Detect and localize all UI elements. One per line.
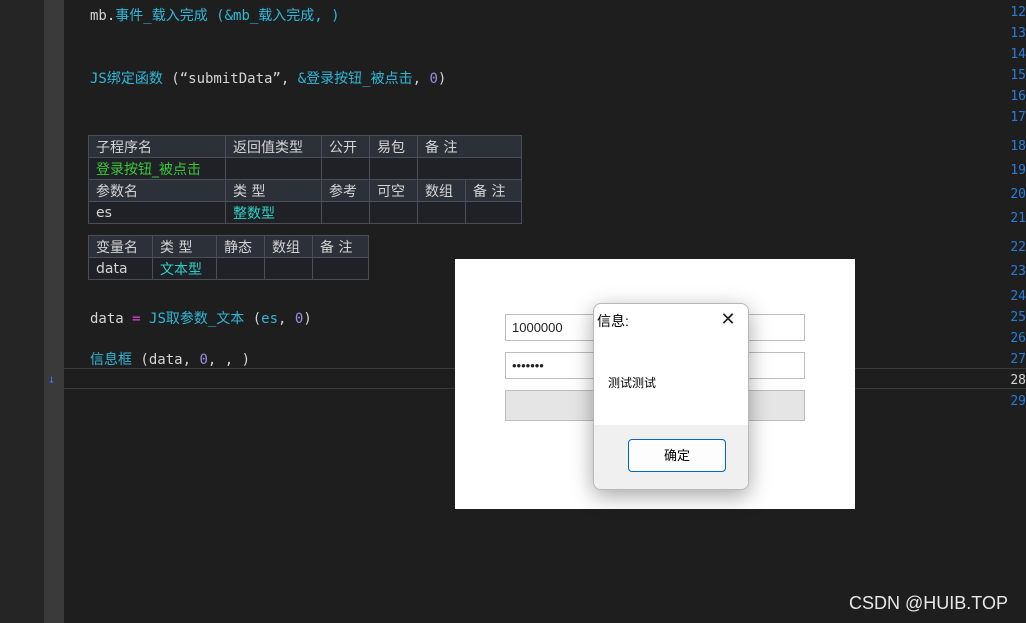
code-args: (“submitData”, — [162, 71, 298, 87]
function-call: 信息框 — [90, 352, 132, 368]
line-number-gutter — [0, 0, 44, 623]
line-number: 24 — [1010, 289, 1026, 304]
column-header: 备 注 — [312, 235, 369, 258]
column-header: 公开 — [321, 135, 370, 158]
variable-ref: data — [90, 311, 124, 327]
table-row[interactable]: 登录按钮_被点击 — [88, 157, 522, 180]
param-name[interactable]: es — [88, 201, 226, 224]
code-line-12[interactable]: mb.事件_载入完成 (&mb_载入完成, ) — [90, 5, 340, 25]
table-cell[interactable] — [369, 201, 418, 224]
line-number: 17 — [1010, 110, 1026, 125]
dialog-message: 测试测试 — [608, 376, 657, 390]
table-cell[interactable] — [465, 201, 522, 224]
line-number: 18 — [1010, 139, 1026, 154]
ok-button[interactable]: 确定 — [628, 439, 726, 472]
line-number: 25 — [1010, 310, 1026, 325]
line-number: 26 — [1010, 331, 1026, 346]
execution-arrow-icon: ↓ — [48, 372, 56, 386]
dialog-footer: 确定 — [594, 425, 748, 489]
table-cell[interactable] — [321, 157, 370, 180]
message-dialog: 信息: ✕ 测试测试 确定 — [593, 303, 749, 490]
table-cell[interactable] — [216, 257, 265, 280]
code-line-15[interactable]: JS绑定函数 (“submitData”, &登录按钮_被点击, 0) — [90, 68, 446, 88]
param-type[interactable]: 整数型 — [225, 201, 322, 224]
number-literal: 0 — [429, 71, 438, 87]
dialog-title: 信息: — [597, 313, 629, 329]
line-number: 29 — [1010, 394, 1026, 409]
line-number: 20 — [1010, 187, 1026, 202]
table-header-row: 参数名 类 型 参考 可空 数组 备 注 — [88, 179, 522, 202]
variable-type[interactable]: 文本型 — [152, 257, 217, 280]
column-header: 子程序名 — [88, 135, 226, 158]
code-line-25[interactable]: data = JS取参数_文本 (es, 0) — [90, 308, 312, 328]
code-sep: , — [412, 71, 430, 87]
line-number: 13 — [1010, 26, 1026, 41]
table-header-row: 子程序名 返回值类型 公开 易包 备 注 — [88, 135, 522, 158]
code-line-27[interactable]: 信息框 (data, 0, , ) — [90, 349, 250, 369]
column-header: 类 型 — [225, 179, 322, 202]
table-cell[interactable] — [225, 157, 322, 180]
function-call: 事件_载入完成 — [115, 8, 208, 24]
column-header: 易包 — [369, 135, 418, 158]
code-text: mb. — [90, 8, 116, 24]
function-ref: &登录按钮_被点击 — [297, 71, 413, 87]
table-cell[interactable] — [264, 257, 313, 280]
table-cell[interactable] — [417, 157, 522, 180]
line-number: 23 — [1010, 264, 1026, 279]
code-sep: , — [278, 311, 295, 327]
table-cell[interactable] — [369, 157, 418, 180]
line-number: 16 — [1010, 89, 1026, 104]
line-number: 19 — [1010, 163, 1026, 178]
code-rest: , , ) — [207, 352, 251, 368]
column-header: 变量名 — [88, 235, 153, 258]
column-header: 备 注 — [417, 135, 522, 158]
column-header: 类 型 — [152, 235, 217, 258]
number-literal: 0 — [199, 352, 208, 368]
table-header-row: 变量名 类 型 静态 数组 备 注 — [88, 235, 369, 258]
code-close: ) — [303, 311, 312, 327]
subroutine-name[interactable]: 登录按钮_被点击 — [88, 157, 226, 180]
code-args: (&mb_载入完成, ) — [207, 8, 340, 24]
table-cell[interactable] — [312, 257, 369, 280]
column-header: 参考 — [321, 179, 370, 202]
table-cell[interactable] — [417, 201, 466, 224]
line-number: 27 — [1010, 352, 1026, 367]
column-header: 静态 — [216, 235, 265, 258]
table-row[interactable]: es 整数型 — [88, 201, 522, 224]
line-number: 15 — [1010, 68, 1026, 83]
close-icon[interactable]: ✕ — [718, 310, 738, 330]
code-args: ( — [244, 311, 262, 327]
column-header: 可空 — [369, 179, 418, 202]
watermark: CSDN @HUIB.TOP — [849, 593, 1008, 613]
argument: es — [261, 311, 279, 327]
line-number: 14 — [1010, 47, 1026, 62]
line-number: 21 — [1010, 211, 1026, 226]
column-header: 返回值类型 — [225, 135, 322, 158]
column-header: 数组 — [264, 235, 313, 258]
variable-name[interactable]: data — [88, 257, 153, 280]
column-header: 备 注 — [465, 179, 522, 202]
function-call: JS取参数_文本 — [149, 311, 245, 327]
table-row[interactable]: data 文本型 — [88, 257, 369, 280]
code-args: (data, — [132, 352, 200, 368]
line-number: 22 — [1010, 240, 1026, 255]
column-header: 数组 — [417, 179, 466, 202]
assign-operator: = — [123, 311, 150, 327]
line-number: 12 — [1010, 5, 1026, 20]
breakpoint-margin[interactable] — [44, 0, 64, 623]
code-close: ) — [437, 71, 447, 87]
table-cell[interactable] — [321, 201, 370, 224]
column-header: 参数名 — [88, 179, 226, 202]
subroutine-table: 子程序名 返回值类型 公开 易包 备 注 登录按钮_被点击 参数名 类 型 参考… — [88, 135, 522, 224]
function-call: JS绑定函数 — [90, 71, 163, 87]
variable-table: 变量名 类 型 静态 数组 备 注 data 文本型 — [88, 235, 369, 280]
